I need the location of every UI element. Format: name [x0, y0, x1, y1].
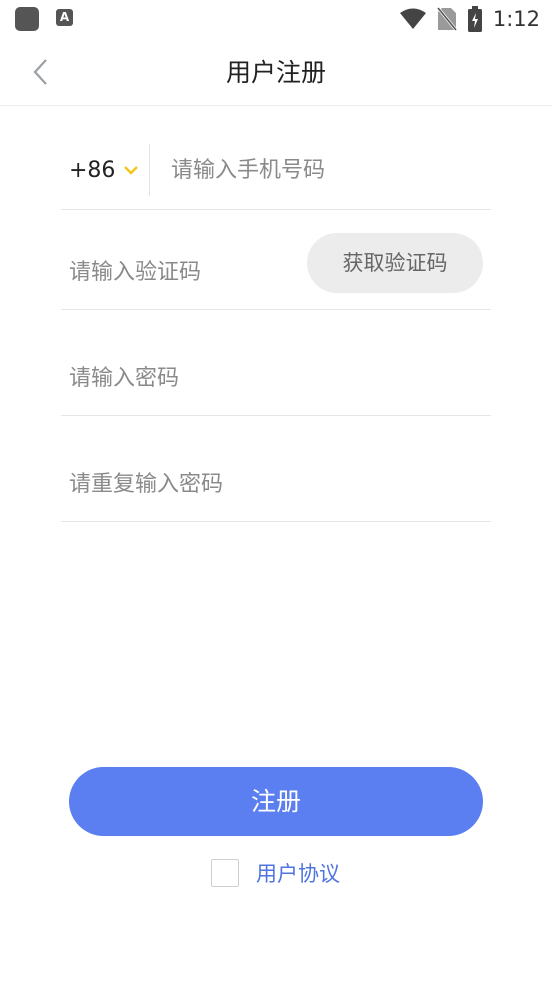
password-row [61, 310, 491, 416]
chevron-down-icon [124, 166, 139, 175]
notification-app-icon [15, 7, 39, 31]
verification-code-row: 获取验证码 [61, 210, 491, 310]
country-code-value: +86 [69, 157, 116, 183]
status-icons: 1:12 [399, 5, 540, 33]
page-title: 用户注册 [225, 58, 326, 87]
no-sim-icon [436, 7, 457, 31]
wifi-icon [399, 8, 427, 30]
agreement-row: 用户协议 [211, 857, 340, 889]
user-agreement-link[interactable]: 用户协议 [256, 858, 340, 888]
register-button[interactable]: 注册 [69, 767, 483, 836]
notification-app-badge-icon: A [56, 9, 73, 26]
get-code-button[interactable]: 获取验证码 [307, 233, 483, 293]
password-input[interactable] [69, 356, 469, 400]
phone-input[interactable] [171, 148, 481, 192]
divider [149, 144, 150, 196]
battery-charging-icon [467, 6, 483, 32]
status-bar: A 1:12 [0, 0, 552, 40]
country-code-selector[interactable]: +86 [69, 140, 139, 200]
verification-code-input[interactable] [69, 250, 299, 294]
nav-bar: 用户注册 [0, 40, 552, 106]
agreement-checkbox[interactable] [211, 859, 239, 887]
confirm-password-row [61, 416, 491, 522]
phone-row: +86 [61, 140, 491, 210]
clock: 1:12 [492, 7, 540, 31]
confirm-password-input[interactable] [69, 462, 469, 506]
